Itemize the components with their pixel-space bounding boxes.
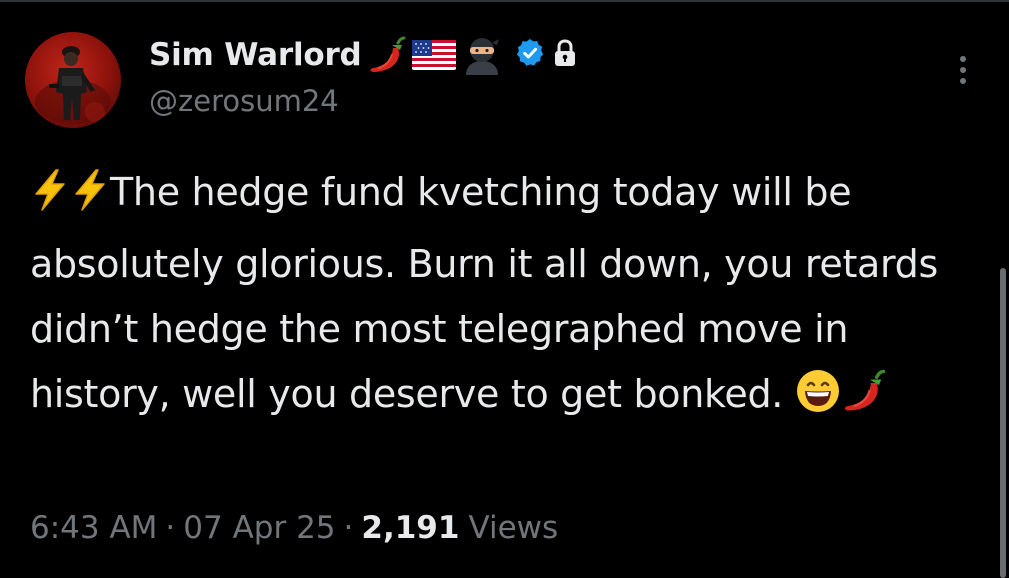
lock-icon: [552, 38, 578, 72]
avatar-soldier-icon: [35, 46, 111, 124]
high-voltage-icon: [70, 167, 110, 232]
author-block: Sim Warlord @zerosum24: [149, 32, 909, 122]
us-flag-icon: [411, 38, 456, 72]
views-count[interactable]: 2,191: [361, 510, 459, 546]
tweet: Sim Warlord @zerosum24 The hedge fund kv…: [0, 0, 1009, 578]
scrollbar[interactable]: [1000, 268, 1006, 578]
meta-separator: ·: [343, 510, 354, 546]
tweet-time[interactable]: 6:43 AM: [30, 510, 157, 546]
views-label: Views: [468, 510, 559, 546]
high-voltage-icon: [30, 167, 70, 232]
more-vertical-icon: [960, 56, 966, 84]
badge-group: [508, 37, 578, 73]
verified-badge-icon[interactable]: [514, 37, 546, 73]
avatar[interactable]: [25, 32, 121, 128]
grinning-face-icon: [795, 368, 841, 434]
display-name[interactable]: Sim Warlord: [149, 37, 362, 73]
name-row: Sim Warlord: [149, 32, 578, 78]
tweet-text: The hedge fund kvetching today will be a…: [30, 160, 990, 434]
ninja-icon: [462, 35, 502, 75]
tweet-meta: 6:43 AM · 07 Apr 25 · 2,191 Views: [30, 503, 558, 553]
handle[interactable]: @zerosum24: [149, 84, 339, 118]
meta-separator: ·: [165, 510, 176, 546]
more-options-button[interactable]: [946, 50, 980, 90]
chili-pepper-icon: [368, 35, 406, 75]
chili-pepper-icon: [841, 368, 887, 434]
tweet-date[interactable]: 07 Apr 25: [183, 510, 335, 546]
